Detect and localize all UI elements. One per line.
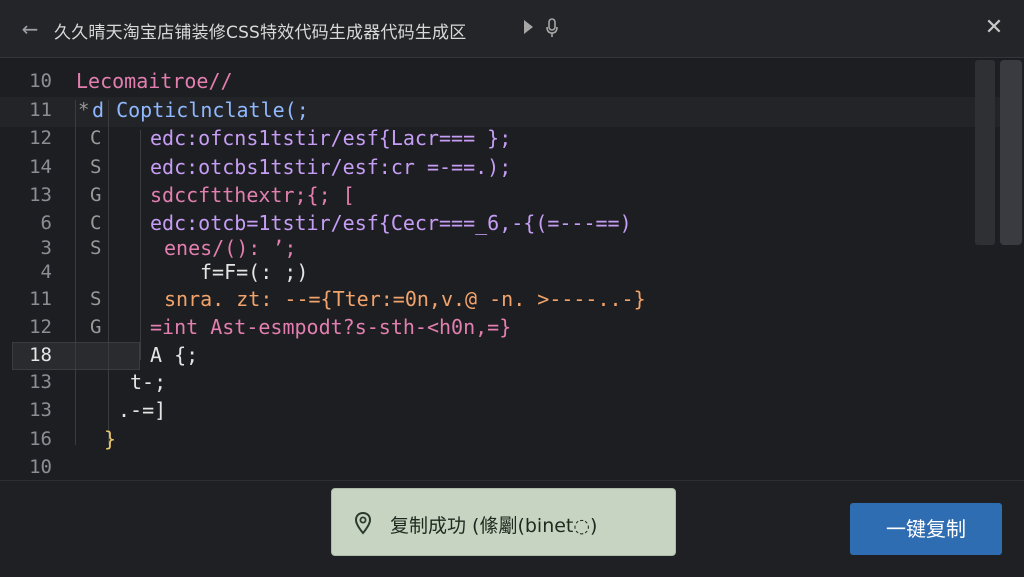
code-line: edc:ofcns1tstir/esf{Lacr=== };: [150, 126, 512, 150]
line-number: 13: [29, 184, 52, 206]
code-line: =int Ast-esmpodt?s-sth-<h0n,=}: [150, 315, 512, 339]
code-line: Lecomaitroe//: [76, 69, 233, 93]
code-generator-window: ← 久久晴天淘宝店铺装修CSS特效代码生成器代码生成区 ✕ 10 11 12 1…: [0, 0, 1024, 577]
play-icon[interactable]: [524, 20, 533, 34]
line-marker: C: [90, 127, 102, 149]
line-number: 14: [29, 156, 52, 178]
back-arrow-icon[interactable]: ←: [18, 17, 42, 41]
toast-message: 复制成功 (絛劚(binet◌): [390, 515, 598, 537]
minimap-track[interactable]: [975, 60, 995, 245]
code-line: }: [104, 427, 117, 451]
line-marker: G: [90, 316, 102, 338]
location-pin-icon-svg: [354, 511, 372, 535]
location-pin-icon: [354, 511, 372, 535]
close-icon[interactable]: ✕: [982, 16, 1006, 40]
code-editor[interactable]: 10 11 12 14 13 6 3 4 11 12 18 13 13 16 1…: [0, 60, 1024, 480]
line-marker: G: [90, 184, 102, 206]
line-number: 11: [29, 99, 52, 121]
line-number: 10: [29, 456, 52, 478]
code-line: sdccftthextr;{; [: [150, 183, 355, 207]
line-number: 6: [40, 212, 52, 234]
code-line: snra. zt: --={Tter:=0n,v.@ -n. >----..-}: [164, 287, 646, 311]
indent-guide: [75, 100, 76, 445]
line-number: 16: [29, 428, 52, 450]
line-number: 10: [29, 70, 52, 92]
code-line: d Copticlnclatle(;: [92, 98, 309, 122]
code-line: .-=]: [118, 398, 167, 422]
microphone-icon[interactable]: [545, 18, 559, 38]
line-number: 4: [40, 261, 52, 283]
line-marker: S: [90, 156, 102, 178]
line-number: 11: [29, 288, 52, 310]
microphone-icon-svg: [546, 18, 558, 37]
scrollbar-thumb[interactable]: [1000, 60, 1022, 245]
code-line: A {;: [150, 343, 199, 367]
line-number: 12: [29, 127, 52, 149]
window-title: 久久晴天淘宝店铺装修CSS特效代码生成器代码生成区: [54, 23, 467, 43]
line-number: 13: [29, 371, 52, 393]
one-click-copy-button[interactable]: 一键复制: [850, 503, 1002, 555]
line-number: 12: [29, 316, 52, 338]
code-line: edc:otcb=1tstir/esf{Cecr===_6,-{(=---==): [150, 211, 632, 235]
line-number: 3: [40, 237, 52, 259]
code-line: edc:otcbs1tstir/esf:cr =-==.);: [150, 155, 512, 179]
line-marker: C: [90, 212, 102, 234]
indent-guide: [108, 100, 109, 445]
code-line: enes/(): ʼ;: [164, 236, 297, 260]
title-bar: ← 久久晴天淘宝店铺装修CSS特效代码生成器代码生成区 ✕: [0, 0, 1024, 58]
code-line: t-;: [130, 370, 167, 394]
code-line: f=F=(: ;): [200, 260, 309, 284]
line-marker: S: [90, 237, 102, 259]
line-marker: S: [90, 288, 102, 310]
copy-success-toast: 复制成功 (絛劚(binet◌): [331, 488, 676, 556]
indent-guide: [140, 130, 141, 360]
line-number: 13: [29, 399, 52, 421]
line-number-active: 18: [29, 344, 52, 366]
